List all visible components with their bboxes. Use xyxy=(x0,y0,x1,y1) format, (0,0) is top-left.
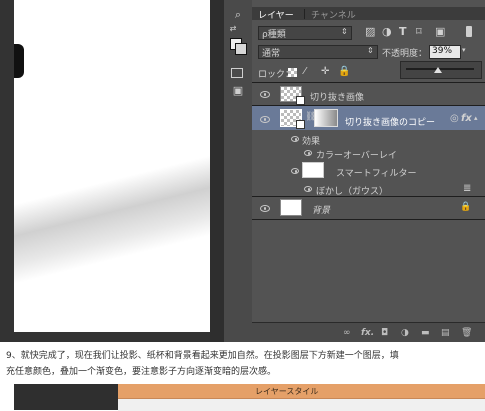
opacity-input[interactable]: 39% xyxy=(429,45,461,59)
delete-layer-trash-icon[interactable]: 🗑 xyxy=(461,328,472,338)
filter-kind-select[interactable]: ρ種類 ⇕ xyxy=(258,26,352,40)
collapse-arrow-icon[interactable]: ▴ xyxy=(474,114,478,122)
canvas-document[interactable] xyxy=(14,0,210,332)
filter-toggle-icon[interactable] xyxy=(466,26,472,37)
filter-smart-object-icon[interactable]: ▣ xyxy=(435,25,445,38)
smart-object-badge-icon xyxy=(296,96,305,105)
lock-brush-icon[interactable]: ⁄ xyxy=(304,66,306,77)
visibility-eye-icon[interactable] xyxy=(260,91,270,98)
layer-name: 背景 xyxy=(312,206,331,216)
visibility-eye-icon[interactable] xyxy=(291,168,299,174)
new-adjustment-layer-icon[interactable]: ◑ xyxy=(401,328,409,338)
chevron-updown-icon: ⇕ xyxy=(341,27,348,36)
canvas-right-edge xyxy=(210,0,224,342)
caption-line-1: 9、就快完成了，现在我们让投影、纸杯和背景看起来更加自然。在投影图层下方新建一个… xyxy=(6,351,399,361)
shadow-gradient xyxy=(14,155,210,285)
color-overlay-label[interactable]: カラーオーバーレイ xyxy=(316,148,397,161)
link-layers-icon[interactable]: ∞ xyxy=(343,328,351,338)
opacity-value: 39% xyxy=(432,46,453,56)
dialog-content-strip xyxy=(118,398,485,411)
filter-pixel-icon[interactable]: ▨ xyxy=(365,25,375,38)
caption-line-2: 充任意颜色，叠加一个渐变色，要注意影子方向逐渐变暗的层次感。 xyxy=(6,367,277,377)
lock-transparent-pixels-icon[interactable] xyxy=(288,68,297,77)
color-swatch-icon[interactable] xyxy=(230,38,247,55)
opacity-dropdown-icon[interactable]: ▾ xyxy=(462,46,466,54)
filter-adjustment-icon[interactable]: ◑ xyxy=(382,25,392,38)
swap-colors-icon[interactable]: ⇄ xyxy=(226,24,240,33)
smart-filter-indicator-icon: ◎ xyxy=(450,113,459,124)
visibility-eye-icon[interactable] xyxy=(260,205,270,212)
layers-empty-area xyxy=(252,220,485,322)
layer-name: 切り抜き画像 xyxy=(310,93,365,103)
opacity-label: 不透明度： xyxy=(382,49,428,59)
smart-object-badge-icon xyxy=(296,120,305,129)
add-mask-icon[interactable]: ◘ xyxy=(381,328,388,338)
layer-lock-icon: 🔒 xyxy=(460,202,472,212)
layer-thumbnail xyxy=(280,199,302,216)
opacity-slider-thumb[interactable] xyxy=(434,67,442,73)
filter-blending-options-icon[interactable]: ≣ xyxy=(463,183,471,194)
new-layer-icon[interactable]: ▤ xyxy=(441,328,450,338)
new-group-folder-icon[interactable]: ▬ xyxy=(421,328,430,338)
visibility-eye-icon[interactable] xyxy=(260,116,270,123)
smart-filter-label: スマートフィルター xyxy=(336,169,417,179)
blend-mode-select[interactable]: 通常 ⇕ xyxy=(258,45,378,59)
blend-mode-label: 通常 xyxy=(262,49,281,59)
screen-mode-icon[interactable]: ▣ xyxy=(231,84,245,97)
add-layer-style-icon[interactable]: fx. xyxy=(361,328,374,338)
filter-type-icon[interactable]: T xyxy=(399,25,407,38)
tab-channels[interactable]: チャンネル xyxy=(311,8,356,21)
zoom-tool-icon[interactable]: ⌕ xyxy=(231,8,245,22)
visibility-eye-icon[interactable] xyxy=(291,136,299,142)
fx-icon[interactable]: fx xyxy=(461,113,472,124)
filter-kind-label: ρ種類 xyxy=(262,30,286,40)
layer-name: 切り抜き画像のコピー xyxy=(345,118,436,128)
lock-all-icon[interactable]: 🔒 xyxy=(338,66,350,77)
dialog-title: レイヤースタイル xyxy=(255,387,319,396)
cup-edge-shape xyxy=(14,44,24,78)
quick-mask-icon[interactable] xyxy=(231,68,243,78)
filter-mask-thumbnail xyxy=(314,109,338,127)
filter-shape-icon[interactable]: ⌑ xyxy=(416,25,422,38)
tab-separator xyxy=(304,9,305,19)
visibility-eye-icon[interactable] xyxy=(304,150,312,156)
effects-label: 効果 xyxy=(302,137,321,147)
smart-filter-mask-thumbnail xyxy=(302,162,324,178)
visibility-eye-icon[interactable] xyxy=(304,186,312,192)
lock-move-icon[interactable]: ✛ xyxy=(321,66,329,77)
chevron-updown-icon: ⇕ xyxy=(367,46,374,55)
tab-layers[interactable]: レイヤー xyxy=(258,8,294,21)
